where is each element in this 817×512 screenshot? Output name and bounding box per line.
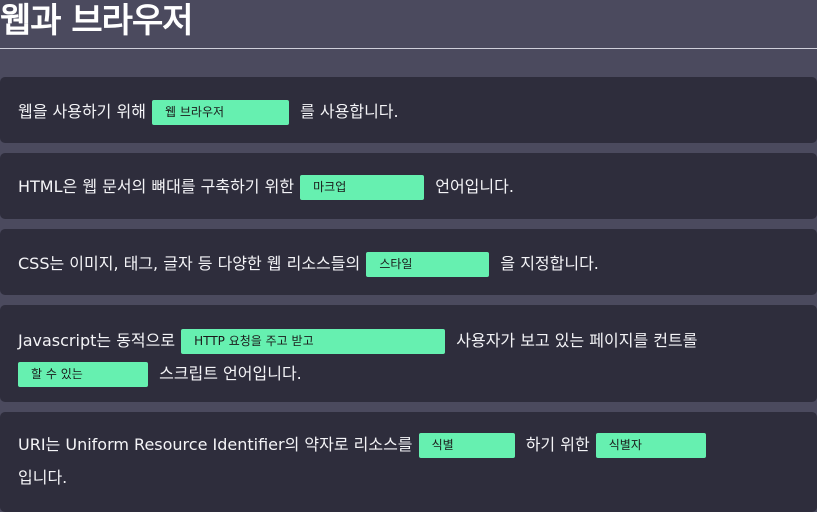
page-title: 웹과 브라우저 [0, 1, 194, 41]
question-text: Javascript는 동적으로 HTTP 요청을 주고 받고 사용자가 보고 … [18, 324, 797, 357]
question-text-part: 을 지정합니다. [500, 254, 599, 273]
question-text: HTML은 웹 문서의 뼈대를 구축하기 위한 마크업 언어입니다. [18, 170, 797, 203]
question-text: 입니다. [18, 461, 797, 494]
question-card-4: Javascript는 동적으로 HTTP 요청을 주고 받고 사용자가 보고 … [0, 305, 817, 402]
question-text-part: 스크립트 언어입니다. [159, 364, 302, 383]
question-text-part: HTML은 웹 문서의 뼈대를 구축하기 위한 [18, 177, 295, 196]
question-text-part: CSS는 이미지, 태그, 글자 등 다양한 웹 리소스들의 [18, 254, 361, 273]
question-card-3: CSS는 이미지, 태그, 글자 등 다양한 웹 리소스들의 스타일 을 지정합… [0, 229, 817, 295]
question-text: CSS는 이미지, 태그, 글자 등 다양한 웹 리소스들의 스타일 을 지정합… [18, 247, 797, 280]
question-card-5: URI는 Uniform Resource Identifier의 약자로 리소… [0, 412, 817, 512]
question-card-2: HTML은 웹 문서의 뼈대를 구축하기 위한 마크업 언어입니다. [0, 153, 817, 219]
question-text-part: URI는 Uniform Resource Identifier의 약자로 리소… [18, 435, 413, 454]
question-text-part: 웹을 사용하기 위해 [18, 102, 146, 121]
answer-blank[interactable]: 마크업 [300, 175, 425, 200]
answer-blank[interactable]: 할 수 있는 [18, 362, 148, 387]
answer-blank[interactable]: 스타일 [366, 252, 490, 277]
question-text-part: Javascript는 동적으로 [18, 331, 176, 350]
question-text: 할 수 있는 스크립트 언어입니다. [18, 357, 797, 390]
question-text-part: 사용자가 보고 있는 페이지를 컨트롤 [456, 331, 698, 350]
question-text-part: 입니다. [18, 468, 68, 487]
question-text-part: 를 사용합니다. [300, 102, 399, 121]
question-text: 웹을 사용하기 위해 웹 브라우저 를 사용합니다. [18, 95, 797, 128]
question-text-part: 언어입니다. [435, 177, 514, 196]
answer-blank[interactable]: 식별 [418, 433, 515, 458]
title-divider [0, 48, 817, 49]
question-text-part: 하기 위한 [525, 435, 590, 454]
question-card-1: 웹을 사용하기 위해 웹 브라우저 를 사용합니다. [0, 77, 817, 143]
answer-blank[interactable]: HTTP 요청을 주고 받고 [181, 329, 446, 354]
question-text: URI는 Uniform Resource Identifier의 약자로 리소… [18, 428, 797, 461]
answer-blank[interactable]: 식별자 [595, 433, 706, 458]
answer-blank[interactable]: 웹 브라우저 [152, 100, 290, 125]
